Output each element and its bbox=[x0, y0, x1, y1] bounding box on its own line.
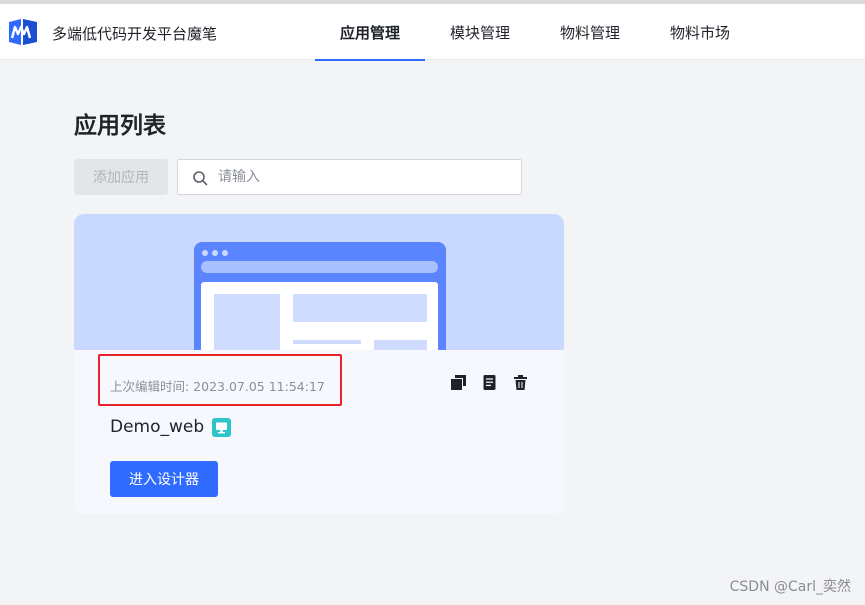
search-icon bbox=[193, 171, 208, 186]
nav-module-management[interactable]: 模块管理 bbox=[425, 4, 535, 60]
search-input[interactable] bbox=[218, 167, 508, 187]
nav-material-market[interactable]: 物料市场 bbox=[645, 4, 755, 60]
top-header: 多端低代码开发平台魔笔 应用管理 模块管理 物料管理 物料市场 bbox=[0, 4, 865, 61]
copy-icon[interactable] bbox=[450, 374, 467, 391]
watermark: CSDN @Carl_奕然 bbox=[729, 579, 851, 595]
brand-name: 多端低代码开发平台魔笔 bbox=[52, 25, 218, 43]
document-icon[interactable] bbox=[481, 374, 498, 391]
app-card-banner bbox=[74, 214, 564, 350]
nav-app-management[interactable]: 应用管理 bbox=[315, 4, 425, 61]
trash-icon[interactable] bbox=[512, 374, 529, 391]
add-app-button[interactable]: 添加应用 bbox=[74, 159, 168, 195]
nav-material-management[interactable]: 物料管理 bbox=[535, 4, 645, 60]
monitor-icon bbox=[212, 417, 232, 437]
annotation-highlight-box bbox=[98, 354, 342, 406]
mobi-logo-icon[interactable] bbox=[6, 16, 40, 48]
app-name-row: Demo_web bbox=[110, 417, 232, 437]
app-card-actions bbox=[450, 374, 529, 391]
app-preview-illustration bbox=[194, 242, 446, 350]
page-title: 应用列表 bbox=[74, 113, 166, 139]
search-box[interactable] bbox=[177, 159, 522, 195]
main-nav: 应用管理 模块管理 物料管理 物料市场 bbox=[315, 4, 755, 61]
enter-designer-button[interactable]: 进入设计器 bbox=[110, 461, 218, 497]
app-name: Demo_web bbox=[110, 417, 205, 437]
